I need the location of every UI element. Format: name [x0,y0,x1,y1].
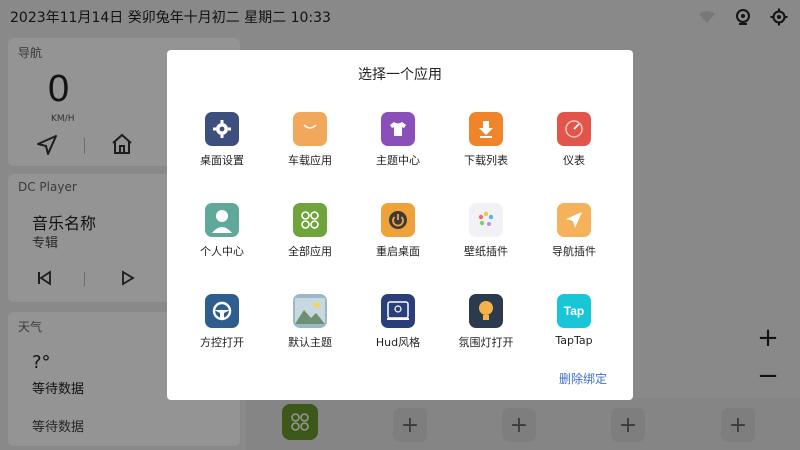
app-label: 氛围灯打开 [458,336,514,349]
landscape-icon [293,294,327,328]
gear-icon [205,112,239,146]
taptap-logo-text: Tap [563,304,585,318]
dialog-title: 选择一个应用 [358,67,442,83]
app-tile[interactable]: 氛围灯打开 [441,292,531,372]
app-label: 桌面设置 [200,154,244,167]
gauge-icon [557,112,591,146]
tshirt-icon [381,112,415,146]
hud-display-icon [381,294,415,328]
app-label: 默认主题 [288,336,332,349]
app-tile[interactable]: 重启桌面 [353,201,443,281]
app-grid-icon [293,203,327,237]
steering-wheel-icon [205,294,239,328]
app-label: 方控打开 [200,336,244,349]
app-tile[interactable]: 主题中心 [353,110,443,190]
app-tile[interactable]: 车载应用 [265,110,355,190]
app-tile[interactable]: Tap TapTap [529,292,619,372]
app-label: 全部应用 [288,245,332,258]
app-label: 重启桌面 [376,245,420,258]
app-label: 仪表 [563,154,585,167]
app-label: 个人中心 [200,245,244,258]
app-label: TapTap [555,334,593,347]
app-label: Hud风格 [375,336,421,349]
navigation-arrow-icon [557,203,591,237]
app-tile[interactable]: 桌面设置 [177,110,267,190]
app-picker-dialog: 选择一个应用 桌面设置 车载应用 主题中心 下载列表 仪表个人中心 全部应用 重启桌面 壁纸插… [167,50,633,400]
app-tile[interactable]: 全部应用 [265,201,355,281]
unbind-button[interactable]: 删除绑定 [559,370,607,387]
app-label: 主题中心 [376,154,420,167]
app-tile[interactable]: 个人中心 [177,201,267,281]
person-icon [205,203,239,237]
app-tile[interactable]: 方控打开 [177,292,267,372]
app-label: 壁纸插件 [464,245,508,258]
app-tile[interactable]: 导航插件 [529,201,619,281]
app-tile[interactable]: 仪表 [529,110,619,190]
app-label: 车载应用 [288,154,332,167]
app-tile[interactable]: 默认主题 [265,292,355,372]
app-tile[interactable]: 壁纸插件 [441,201,531,281]
power-icon [381,203,415,237]
app-label: 下载列表 [464,154,508,167]
download-icon [469,112,503,146]
app-label: 导航插件 [552,245,596,258]
palette-icon [469,203,503,237]
lightbulb-icon [469,294,503,328]
taptap-logo-icon: Tap [557,294,591,328]
shopping-bag-icon [293,112,327,146]
app-tile[interactable]: Hud风格 [353,292,443,372]
app-tile[interactable]: 下载列表 [441,110,531,190]
